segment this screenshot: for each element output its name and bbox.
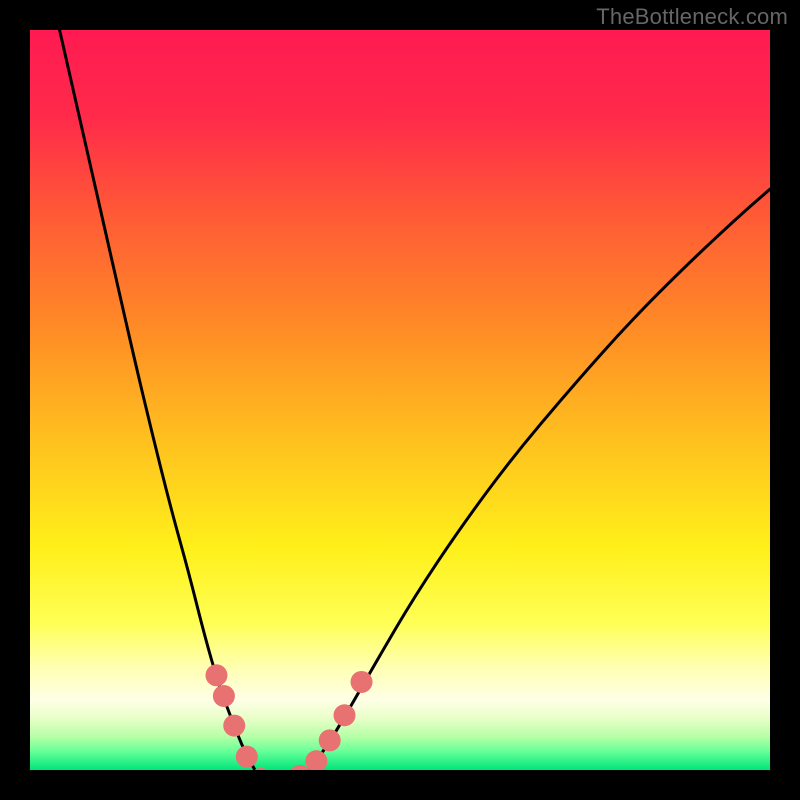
- gradient-background: [30, 30, 770, 770]
- chart-frame: [30, 30, 770, 770]
- chart-svg: [30, 30, 770, 770]
- marker-dot: [319, 729, 341, 751]
- marker-dot: [351, 671, 373, 693]
- marker-dot: [236, 746, 258, 768]
- marker-dot: [334, 704, 356, 726]
- watermark-text: TheBottleneck.com: [596, 4, 788, 30]
- marker-dot: [205, 664, 227, 686]
- marker-dot: [213, 685, 235, 707]
- marker-dot: [223, 715, 245, 737]
